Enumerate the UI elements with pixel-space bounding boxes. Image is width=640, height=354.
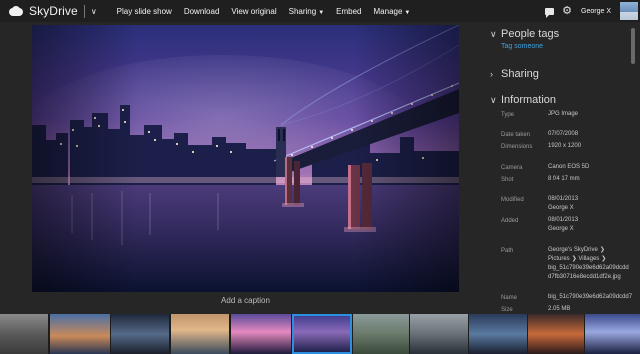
filmstrip-thumbnail[interactable]	[585, 314, 640, 354]
chevron-right-icon: ❯	[601, 256, 607, 262]
chevron-right-icon: ❯	[599, 247, 605, 253]
modified-label: Modified	[501, 197, 524, 203]
section-title: People tags	[501, 28, 560, 40]
command-bar: Play slide show Download View original S…	[117, 7, 423, 16]
date-taken-value: 07/07/2008	[548, 131, 579, 137]
path-line-4: d7fb30716e8ecdd1df2e.jpg	[548, 274, 621, 280]
section-title: Information	[501, 94, 557, 106]
information-list: Type JPG Image Date taken 07/07/2008 Dim…	[490, 110, 640, 320]
sharing-menu[interactable]: Sharing ▼	[289, 7, 325, 16]
download-button[interactable]: Download	[184, 7, 220, 16]
account-area: ⚙ George X	[545, 0, 640, 22]
filmstrip-thumbnail[interactable]	[353, 314, 409, 354]
camera-label: Camera	[501, 165, 523, 171]
type-label: Type	[501, 112, 515, 118]
manage-menu[interactable]: Manage ▼	[374, 7, 411, 16]
embed-button[interactable]: Embed	[336, 7, 361, 16]
added-label: Added	[501, 218, 519, 224]
tag-someone-link[interactable]: Tag someone	[501, 43, 640, 50]
filmstrip-thumbnail[interactable]	[0, 314, 48, 354]
avatar[interactable]	[620, 2, 638, 20]
filmstrip	[0, 314, 640, 354]
caret-down-icon: ▼	[318, 9, 325, 16]
dimensions-value: 1920 x 1200	[548, 143, 582, 149]
top-bar: SkyDrive ∨ Play slide show Download View…	[0, 0, 640, 22]
path-line-1[interactable]: George's SkyDrive ❯	[548, 246, 605, 255]
panel-scrollbar[interactable]	[631, 28, 635, 288]
user-name[interactable]: George X	[581, 8, 611, 15]
cloud-icon	[7, 6, 25, 16]
caret-down-icon: ▼	[404, 9, 411, 16]
chevron-right-icon: ❯	[571, 256, 577, 262]
sharing-header[interactable]: › Sharing	[490, 68, 640, 80]
dimensions-label: Dimensions	[501, 144, 533, 150]
chevron-right-icon: ›	[490, 69, 493, 79]
section-title: Sharing	[501, 68, 539, 80]
path-line-3: big_51c790e39e6d62a09dcdd	[548, 265, 629, 271]
camera-value: Canon EOS 5D	[548, 164, 590, 170]
view-original-button[interactable]: View original	[231, 7, 276, 16]
name-value: big_51c790e39e6d62a09dcdd7	[548, 294, 633, 300]
divider	[83, 4, 85, 18]
skydrive-logo[interactable]: SkyDrive	[0, 0, 78, 22]
brand-name: SkyDrive	[29, 4, 78, 18]
chat-icon[interactable]	[545, 7, 555, 18]
size-value: 2.05 MB	[548, 306, 571, 312]
added-by: George X	[548, 226, 574, 232]
filmstrip-thumbnail[interactable]	[231, 314, 291, 354]
type-value: JPG Image	[548, 111, 579, 117]
filmstrip-thumbnail-selected[interactable]	[292, 314, 352, 354]
shot-value: 8 f/4 17 mm	[548, 176, 580, 182]
chevron-down-icon: ∨	[490, 28, 497, 39]
path-label: Path	[501, 248, 514, 254]
people-tags-header[interactable]: ∨ People tags	[490, 28, 640, 40]
added-date: 08/01/2013	[548, 217, 579, 223]
modified-by: George X	[548, 205, 574, 211]
size-label: Size	[501, 307, 513, 313]
chevron-down-icon[interactable]: ∨	[91, 7, 97, 16]
play-slide-show-button[interactable]: Play slide show	[117, 7, 172, 16]
shot-label: Shot	[501, 177, 514, 183]
modified-date: 08/01/2013	[548, 196, 579, 202]
name-label: Name	[501, 295, 518, 301]
filmstrip-thumbnail[interactable]	[171, 314, 229, 354]
filmstrip-thumbnail[interactable]	[111, 314, 169, 354]
scroll-thumb[interactable]	[631, 28, 635, 64]
main-photo[interactable]	[32, 25, 459, 292]
chevron-down-icon: ∨	[490, 94, 497, 105]
add-caption-field[interactable]: Add a caption	[32, 296, 459, 305]
filmstrip-thumbnail[interactable]	[469, 314, 527, 354]
filmstrip-thumbnail[interactable]	[528, 314, 584, 354]
gear-icon[interactable]: ⚙	[562, 5, 572, 17]
information-header[interactable]: ∨ Information	[490, 94, 640, 106]
filmstrip-thumbnail[interactable]	[50, 314, 110, 354]
bridge-night-photo	[32, 25, 459, 292]
date-taken-label: Date taken	[501, 132, 531, 138]
path-line-2[interactable]: Pictures ❯ Villages ❯	[548, 255, 606, 264]
filmstrip-thumbnail[interactable]	[410, 314, 468, 354]
